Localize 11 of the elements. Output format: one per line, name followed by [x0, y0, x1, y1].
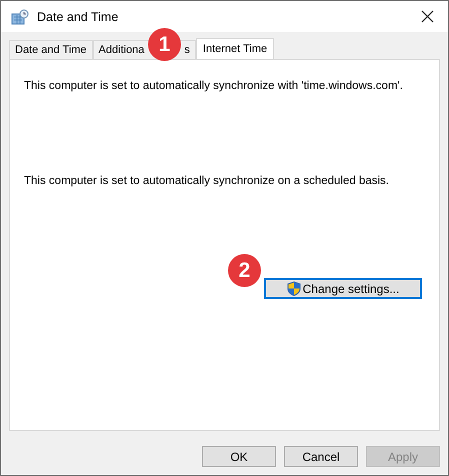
close-icon[interactable] — [421, 10, 434, 23]
dialog-button[interactable]: Cancel — [284, 446, 358, 467]
shield-icon — [286, 281, 301, 296]
status-text: This computer is set to automatically synchronize on a scheduled basis. — [24, 175, 390, 187]
tab[interactable]: Internet Time — [196, 38, 274, 60]
status-text: This computer is set to automatically synchronize with 'time.windows.com'. — [24, 80, 404, 92]
change-settings-button[interactable]: Change settings... — [264, 278, 422, 299]
tab[interactable]: Date and Time — [9, 40, 93, 59]
calendar-clock-icon — [11, 8, 29, 24]
dialog-button[interactable]: OK — [202, 446, 276, 467]
window-title: Date and Time — [37, 10, 120, 24]
